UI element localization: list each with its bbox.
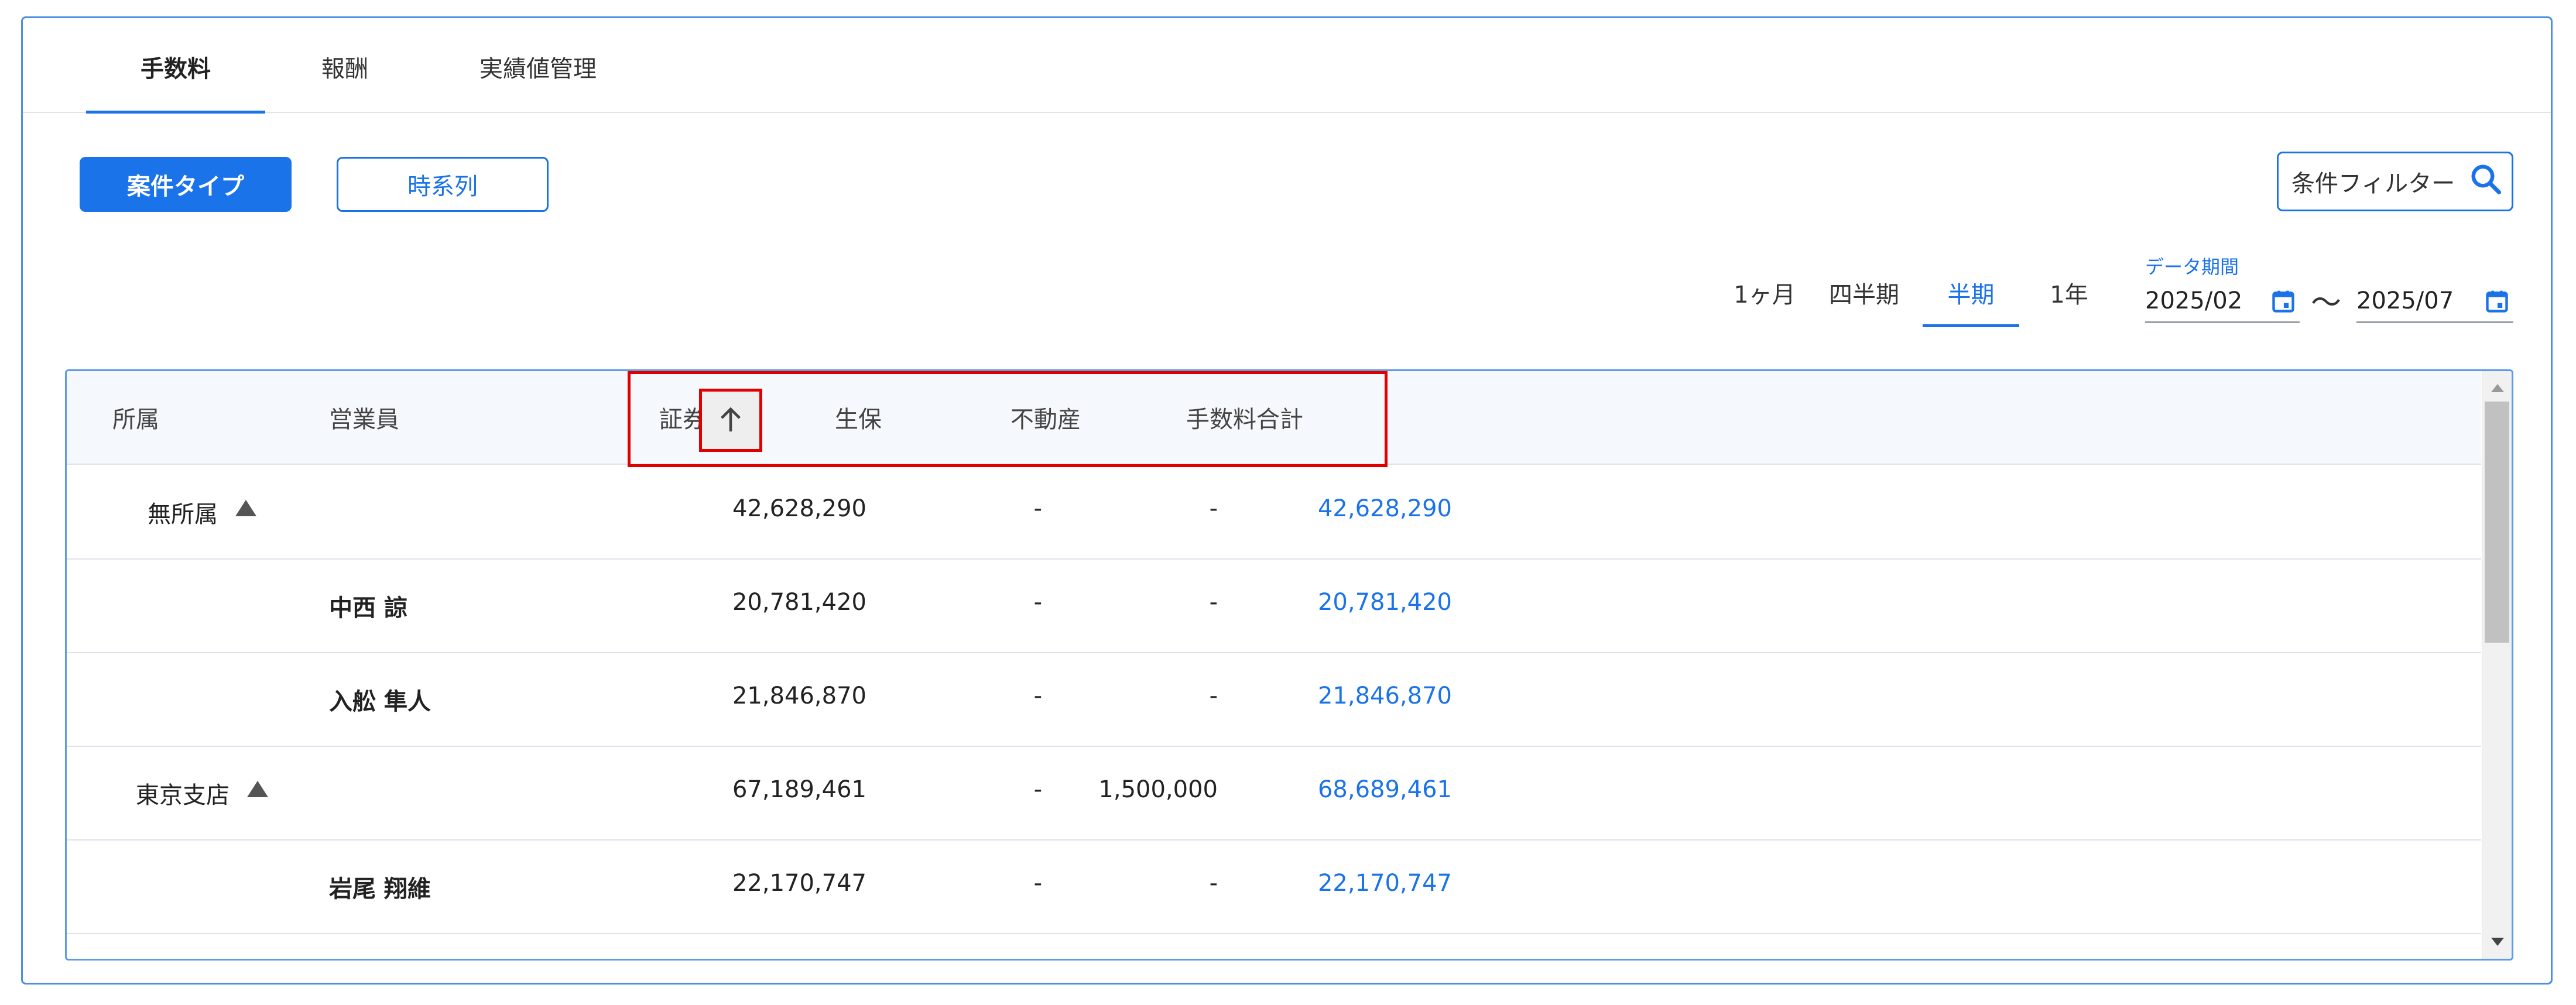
row-total: 20,781,420 bbox=[1317, 589, 1452, 616]
row-real-estate: - bbox=[1209, 682, 1218, 709]
row-securities: 20,781,420 bbox=[732, 589, 866, 616]
tab-performance[interactable]: 実績値管理 bbox=[468, 50, 608, 111]
row-securities: 21,846,870 bbox=[732, 682, 866, 709]
search-icon bbox=[2471, 164, 2501, 194]
table-row: 中西 諒 20,781,420 - - 20,781,420 bbox=[67, 558, 2481, 653]
row-total: 21,846,870 bbox=[1317, 682, 1452, 709]
row-salesperson: 入舩 隼人 bbox=[329, 688, 431, 715]
vertical-scrollbar[interactable] bbox=[2482, 371, 2512, 959]
table-row: 無所属 42,628,290 - - 42,628,290 bbox=[67, 465, 2481, 560]
tab-fees[interactable]: 手数料 bbox=[86, 50, 265, 114]
table-header: 所属 営業員 証券 生保 不動産 手数料合計 bbox=[67, 371, 2481, 467]
main-panel: 手数料 報酬 実績値管理 案件タイプ 時系列 条件フィルター 1ヶ月 四半期 半… bbox=[21, 16, 2553, 985]
tab-rewards[interactable]: 報酬 bbox=[316, 50, 374, 111]
header-salesperson[interactable]: 営業員 bbox=[329, 400, 399, 434]
row-affiliation: 無所属 bbox=[148, 501, 218, 528]
row-insurance: - bbox=[1033, 870, 1042, 897]
calendar-icon[interactable] bbox=[2484, 289, 2510, 314]
row-insurance: - bbox=[1033, 682, 1042, 709]
row-total: 68,689,461 bbox=[1317, 776, 1452, 803]
row-salesperson: 中西 諒 bbox=[329, 595, 407, 622]
period-1month[interactable]: 1ヶ月 bbox=[1732, 276, 1797, 310]
row-insurance: - bbox=[1033, 589, 1042, 616]
row-insurance: - bbox=[1033, 495, 1042, 522]
scroll-up-arrow[interactable] bbox=[2491, 384, 2504, 392]
scroll-down-arrow[interactable] bbox=[2491, 938, 2504, 946]
row-securities: 22,170,747 bbox=[732, 870, 866, 897]
date-range-label: データ期間 bbox=[2145, 256, 2239, 278]
case-type-button[interactable]: 案件タイプ bbox=[80, 157, 292, 212]
collapse-triangle-icon[interactable] bbox=[247, 781, 268, 797]
row-insurance: - bbox=[1033, 776, 1042, 803]
row-securities: 42,628,290 bbox=[732, 495, 866, 522]
condition-filter-label: 条件フィルター bbox=[2291, 170, 2455, 197]
date-to-field[interactable]: 2025/07 bbox=[2356, 280, 2513, 323]
period-half[interactable]: 半期 bbox=[1923, 276, 2019, 310]
scrollbar-thumb[interactable] bbox=[2485, 402, 2509, 643]
row-affiliation: 東京支店 bbox=[136, 782, 229, 809]
row-real-estate: - bbox=[1209, 589, 1218, 616]
calendar-icon[interactable] bbox=[2270, 289, 2296, 314]
row-salesperson: 岩尾 翔維 bbox=[329, 876, 431, 903]
date-from-value: 2025/02 bbox=[2145, 287, 2243, 314]
period-quarter[interactable]: 四半期 bbox=[1826, 276, 1902, 310]
date-to-value: 2025/07 bbox=[2356, 287, 2454, 314]
table-row: 岩尾 翔維 22,170,747 - - 22,170,747 bbox=[67, 839, 2481, 934]
row-total: 22,170,747 bbox=[1317, 870, 1452, 897]
row-real-estate: - bbox=[1209, 495, 1218, 522]
table-row: 入舩 隼人 21,846,870 - - 21,846,870 bbox=[67, 652, 2481, 747]
tab-bar: 手数料 報酬 実績値管理 bbox=[23, 18, 2551, 114]
date-range-separator: 〜 bbox=[2311, 286, 2342, 321]
condition-filter-button[interactable]: 条件フィルター bbox=[2277, 152, 2513, 211]
period-1year[interactable]: 1年 bbox=[2046, 276, 2092, 310]
row-securities: 67,189,461 bbox=[732, 776, 866, 803]
header-affiliation[interactable]: 所属 bbox=[112, 400, 159, 434]
date-from-field[interactable]: 2025/02 bbox=[2145, 280, 2300, 323]
row-total: 42,628,290 bbox=[1317, 495, 1452, 522]
row-real-estate: 1,500,000 bbox=[1098, 776, 1218, 803]
collapse-triangle-icon[interactable] bbox=[235, 500, 256, 516]
table-row: 東京支店 67,189,461 - 1,500,000 68,689,461 bbox=[67, 746, 2481, 841]
timeseries-button[interactable]: 時系列 bbox=[337, 157, 549, 212]
highlight-box bbox=[628, 371, 1388, 467]
row-real-estate: - bbox=[1209, 870, 1218, 897]
fees-table: 所属 営業員 証券 生保 不動産 手数料合計 無所属 42,628,290 - … bbox=[65, 369, 2513, 961]
period-active-indicator bbox=[1923, 324, 2019, 327]
